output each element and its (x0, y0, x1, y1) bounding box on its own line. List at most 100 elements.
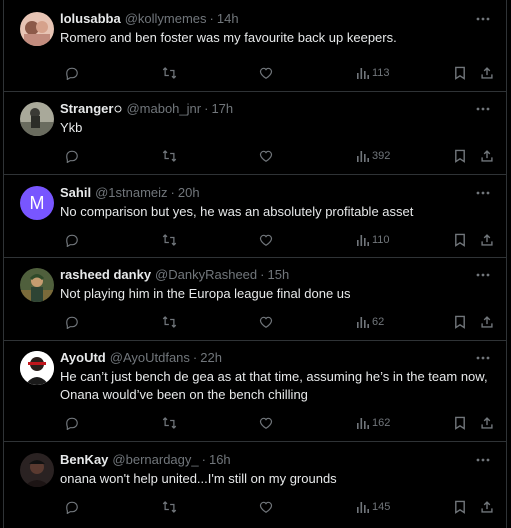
reply-icon[interactable] (65, 233, 79, 247)
tweet-header: Sahil @1stnameiz · 20h (60, 184, 492, 201)
like-icon[interactable] (259, 66, 273, 80)
user-name[interactable]: lolusabba (60, 10, 121, 27)
user-name[interactable]: rasheed danky (60, 266, 151, 283)
timestamp[interactable]: 22h (200, 349, 222, 366)
views-icon[interactable]: 113 (357, 67, 390, 79)
user-handle[interactable]: @AyoUtdfans (110, 349, 190, 366)
share-icon[interactable] (480, 416, 494, 430)
retweet-icon[interactable] (162, 149, 177, 163)
like-icon[interactable] (259, 315, 273, 329)
tweet-actions: 145 (4, 497, 506, 517)
tweet-actions: 162 (4, 413, 506, 433)
reply-icon[interactable] (65, 149, 79, 163)
views-icon[interactable]: 145 (357, 501, 390, 513)
more-icon[interactable] (474, 184, 492, 201)
avatar[interactable] (20, 268, 54, 302)
like-icon[interactable] (259, 500, 273, 514)
views-icon[interactable]: 392 (357, 150, 390, 162)
reply-tweet[interactable]: rasheed danky @DankyRasheed · 15h Not pl… (4, 258, 506, 341)
tweet-text: Romero and ben foster was my favourite b… (60, 30, 397, 45)
tweet-actions: 110 (4, 230, 506, 250)
timestamp[interactable]: 17h (211, 100, 233, 117)
separator: · (260, 267, 265, 282)
retweet-icon[interactable] (162, 233, 177, 247)
separator: · (209, 11, 214, 26)
user-name[interactable]: Stranger (60, 100, 113, 117)
like-icon[interactable] (259, 416, 273, 430)
bookmark-icon[interactable] (454, 416, 466, 430)
retweet-icon[interactable] (162, 416, 177, 430)
more-icon[interactable] (474, 349, 492, 366)
bookmark-icon[interactable] (454, 149, 466, 163)
bookmark-icon[interactable] (454, 66, 466, 80)
replies-feed: lolusabba @kollymemes · 14h Romero and b… (3, 0, 507, 528)
avatar[interactable] (20, 102, 54, 136)
reply-tweet[interactable]: AyoUtd @AyoUtdfans · 22h He can’t just b… (4, 341, 506, 442)
reply-icon[interactable] (65, 416, 79, 430)
user-handle[interactable]: @kollymemes (125, 10, 207, 27)
retweet-icon[interactable] (162, 500, 177, 514)
separator: · (204, 101, 209, 116)
user-name[interactable]: AyoUtd (60, 349, 106, 366)
views-icon[interactable]: 162 (357, 417, 390, 429)
avatar-letter: M (29, 192, 45, 213)
emoji-icon (114, 105, 122, 112)
tweet-text: Not playing him in the Europa league fin… (60, 286, 351, 301)
retweet-icon[interactable] (162, 66, 177, 80)
views-icon[interactable]: 110 (357, 234, 390, 246)
tweet-text: No comparison but yes, he was an absolut… (60, 204, 414, 219)
avatar[interactable] (20, 453, 54, 487)
reply-tweet[interactable]: BenKay @bernardagy_ · 16h onana won't he… (4, 442, 506, 528)
bookmark-icon[interactable] (454, 315, 466, 329)
reply-tweet[interactable]: lolusabba @kollymemes · 14h Romero and b… (4, 0, 506, 92)
reply-icon[interactable] (65, 500, 79, 514)
avatar[interactable] (20, 12, 54, 46)
tweet-actions: 62 (4, 312, 506, 332)
share-icon[interactable] (480, 500, 494, 514)
more-icon[interactable] (474, 451, 492, 468)
tweet-header: BenKay @bernardagy_ · 16h (60, 451, 492, 468)
timestamp[interactable]: 14h (217, 10, 239, 27)
views-count: 162 (372, 417, 391, 429)
avatar[interactable] (20, 351, 54, 385)
like-icon[interactable] (259, 233, 273, 247)
tweet-header: AyoUtd @AyoUtdfans · 22h (60, 349, 492, 366)
tweet-actions: 392 (4, 146, 506, 166)
tweet-header: Stranger @maboh_jnr · 17h (60, 100, 492, 117)
bookmark-icon[interactable] (454, 500, 466, 514)
more-icon[interactable] (474, 266, 492, 283)
user-handle[interactable]: @bernardagy_ (112, 451, 198, 468)
separator: · (192, 350, 198, 365)
user-handle[interactable]: @maboh_jnr (126, 100, 201, 117)
separator: · (201, 452, 206, 467)
user-name[interactable]: BenKay (60, 451, 108, 468)
views-count: 110 (372, 234, 390, 246)
share-icon[interactable] (480, 315, 494, 329)
views-count: 145 (372, 501, 391, 513)
tweet-header: lolusabba @kollymemes · 14h (60, 10, 492, 27)
bookmark-icon[interactable] (454, 233, 466, 247)
more-icon[interactable] (474, 100, 492, 117)
user-handle[interactable]: @DankyRasheed (155, 266, 257, 283)
share-icon[interactable] (480, 66, 494, 80)
tweet-actions: 113 (4, 63, 506, 83)
user-name[interactable]: Sahil (60, 184, 91, 201)
reply-tweet[interactable]: Stranger @maboh_jnr · 17h Ykb 392 (4, 92, 506, 175)
timestamp[interactable]: 16h (209, 451, 231, 468)
reply-icon[interactable] (65, 66, 79, 80)
tweet-text: He can’t just bench de gea as at that ti… (60, 369, 488, 402)
like-icon[interactable] (259, 149, 273, 163)
retweet-icon[interactable] (162, 315, 177, 329)
views-icon[interactable]: 62 (357, 316, 384, 328)
timestamp[interactable]: 20h (178, 184, 200, 201)
share-icon[interactable] (480, 149, 494, 163)
reply-tweet[interactable]: M Sahil @1stnameiz · 20h No comparison b… (4, 175, 506, 258)
avatar[interactable]: M (20, 186, 54, 220)
more-icon[interactable] (474, 10, 492, 27)
views-count: 392 (372, 150, 391, 162)
user-handle[interactable]: @1stnameiz (95, 184, 167, 201)
share-icon[interactable] (480, 233, 494, 247)
tweet-header: rasheed danky @DankyRasheed · 15h (60, 266, 492, 283)
reply-icon[interactable] (65, 315, 79, 329)
timestamp[interactable]: 15h (267, 266, 289, 283)
